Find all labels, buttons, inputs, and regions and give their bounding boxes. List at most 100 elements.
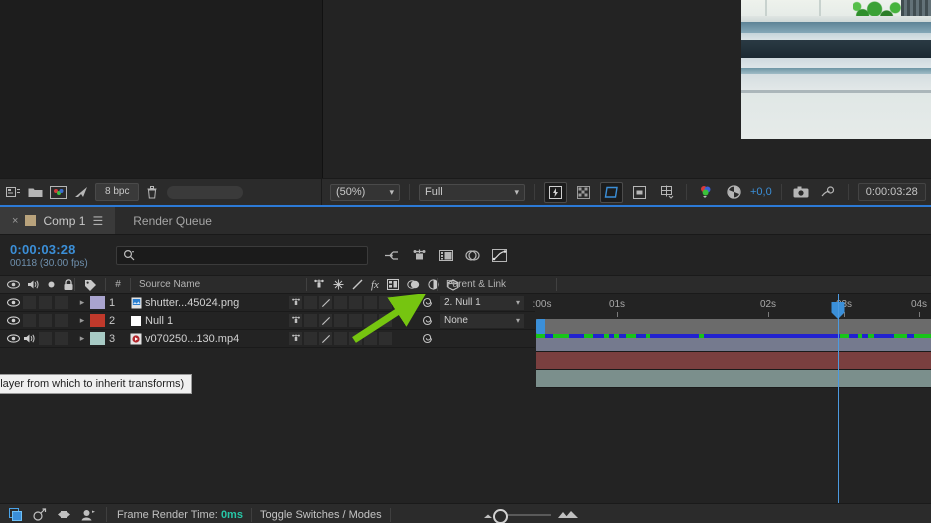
shy-icon[interactable] — [289, 314, 302, 327]
current-timecode-group[interactable]: 0:00:03:28 00118 (30.00 fps) — [10, 242, 106, 269]
layer-bar-row-2[interactable] — [536, 352, 931, 370]
layer-name[interactable]: Null 1 — [145, 315, 285, 327]
search-input[interactable] — [116, 245, 368, 265]
motion-blur-toggle[interactable] — [364, 332, 377, 345]
zoom-level-dropdown[interactable]: (50%) ▾ — [330, 183, 400, 201]
effects-toggle[interactable] — [334, 332, 347, 345]
motion-blur-toggle[interactable] — [364, 296, 377, 309]
effects-toggle[interactable] — [334, 296, 347, 309]
quality-icon[interactable] — [319, 296, 332, 309]
layer-duration-bar[interactable] — [536, 352, 931, 369]
speaker-icon[interactable] — [23, 333, 36, 344]
expand-arrow-icon[interactable]: ▸ — [74, 315, 90, 326]
lock-toggle[interactable] — [55, 332, 68, 345]
eye-icon[interactable] — [7, 316, 20, 325]
layer-color-swatch[interactable] — [90, 332, 105, 345]
toggle-mask-paths-icon[interactable] — [629, 183, 650, 202]
toggle-guides-icon[interactable] — [656, 183, 677, 202]
layer-duration-bar[interactable] — [536, 370, 931, 387]
fast-preview-icon[interactable] — [74, 186, 88, 199]
timeline-graph-area[interactable]: :00s 01s 02s 03s 04s — [533, 294, 931, 509]
motion-blur-toggle[interactable] — [364, 314, 377, 327]
expand-arrow-icon[interactable]: ▸ — [74, 297, 90, 308]
transparency-grid-icon[interactable] — [573, 183, 594, 202]
toggle-switches-icon[interactable] — [33, 508, 47, 521]
exposure-value[interactable]: +0,0 — [750, 186, 772, 198]
duplicate-icon[interactable] — [9, 508, 23, 521]
tab-comp-1[interactable]: × Comp 1 ☰ — [0, 207, 116, 234]
solo-toggle[interactable] — [39, 296, 52, 309]
quality-icon[interactable] — [319, 314, 332, 327]
column-source-name[interactable]: Source Name — [131, 279, 306, 290]
collapse-toggle[interactable] — [304, 314, 317, 327]
effects-toggle[interactable] — [334, 314, 347, 327]
parent-dropdown[interactable]: None ▾ — [440, 313, 524, 328]
shy-icon[interactable] — [289, 296, 302, 309]
frame-blend-toggle[interactable] — [349, 314, 362, 327]
project-thumbnail-icon[interactable] — [50, 185, 67, 199]
close-icon[interactable]: × — [12, 215, 18, 227]
graph-editor-icon[interactable] — [492, 248, 507, 262]
adjustment-toggle[interactable] — [379, 314, 392, 327]
lock-toggle[interactable] — [55, 296, 68, 309]
time-ruler[interactable]: :00s 01s 02s 03s 04s — [533, 294, 931, 320]
3d-toggle[interactable] — [394, 296, 407, 309]
expand-arrow-icon[interactable]: ▸ — [74, 333, 90, 344]
quality-icon[interactable] — [319, 332, 332, 345]
draft-3d-icon[interactable] — [412, 249, 427, 262]
channels-icon[interactable] — [696, 183, 717, 202]
parent-pick-whip-icon[interactable] — [421, 332, 434, 345]
layer-color-swatch[interactable] — [90, 314, 105, 327]
motion-blur-icon[interactable] — [465, 249, 480, 262]
zoom-slider-track[interactable] — [492, 508, 551, 523]
layer-bar-row-3[interactable] — [536, 370, 931, 388]
audio-toggle[interactable] — [23, 314, 36, 327]
zoom-slider-knob[interactable] — [492, 508, 508, 523]
parent-dropdown[interactable]: 2. Null 1 ▾ — [440, 295, 524, 310]
timeline-zoom-control[interactable] — [481, 508, 579, 523]
bit-depth-label[interactable]: 8 bpc — [95, 183, 140, 201]
frame-blend-toggle[interactable] — [349, 296, 362, 309]
viewer-current-time[interactable]: 0:00:03:28 — [857, 183, 926, 201]
work-area-bar[interactable] — [536, 319, 931, 334]
hamburger-icon[interactable]: ☰ — [92, 214, 103, 228]
tab-render-queue[interactable]: Render Queue — [115, 207, 224, 234]
solo-toggle[interactable] — [39, 314, 52, 327]
table-row[interactable]: ▸ 2 Null 1 None ▾ — [0, 312, 535, 330]
comp-flowchart-icon[interactable] — [6, 186, 21, 199]
eye-icon[interactable] — [7, 298, 20, 307]
preview-icon[interactable] — [81, 509, 96, 521]
column-parent-and-link[interactable]: Parent & Link — [438, 279, 556, 290]
layer-color-swatch[interactable] — [90, 296, 105, 309]
layer-name[interactable]: v070250...130.mp4 — [145, 333, 285, 345]
pixel-aspect-icon[interactable] — [57, 508, 71, 521]
current-timecode[interactable]: 0:00:03:28 — [10, 242, 106, 257]
collapse-toggle[interactable] — [304, 332, 317, 345]
hide-shy-layers-icon[interactable] — [439, 249, 453, 262]
delete-icon[interactable] — [146, 185, 158, 199]
parent-pick-whip-icon[interactable] — [421, 314, 434, 327]
adjustment-toggle[interactable] — [379, 332, 392, 345]
exposure-icon[interactable] — [723, 183, 744, 202]
adjustment-toggle[interactable] — [379, 296, 392, 309]
table-row[interactable]: ▸ 3 v070250...130.mp4 — [0, 330, 535, 348]
composition-canvas[interactable] — [323, 0, 931, 178]
toggle-switches-modes-button[interactable]: Toggle Switches / Modes — [250, 507, 391, 522]
audio-toggle[interactable] — [23, 296, 36, 309]
3d-toggle[interactable] — [394, 314, 407, 327]
work-area-start-handle[interactable] — [536, 319, 545, 334]
eye-icon[interactable] — [7, 334, 20, 343]
3d-toggle[interactable] — [394, 332, 407, 345]
parent-pick-whip-icon[interactable] — [421, 296, 434, 309]
folder-icon[interactable] — [28, 186, 43, 198]
zoom-in-icon[interactable] — [557, 510, 579, 519]
composition-mini-flowchart-icon[interactable] — [384, 249, 400, 262]
show-snapshot-icon[interactable] — [818, 183, 839, 202]
frame-blend-toggle[interactable] — [349, 332, 362, 345]
collapse-toggle[interactable] — [304, 296, 317, 309]
region-of-interest-icon[interactable] — [600, 181, 623, 203]
lock-toggle[interactable] — [55, 314, 68, 327]
solo-toggle[interactable] — [39, 332, 52, 345]
layer-bar-row-1[interactable] — [536, 334, 931, 352]
shy-icon[interactable] — [289, 332, 302, 345]
